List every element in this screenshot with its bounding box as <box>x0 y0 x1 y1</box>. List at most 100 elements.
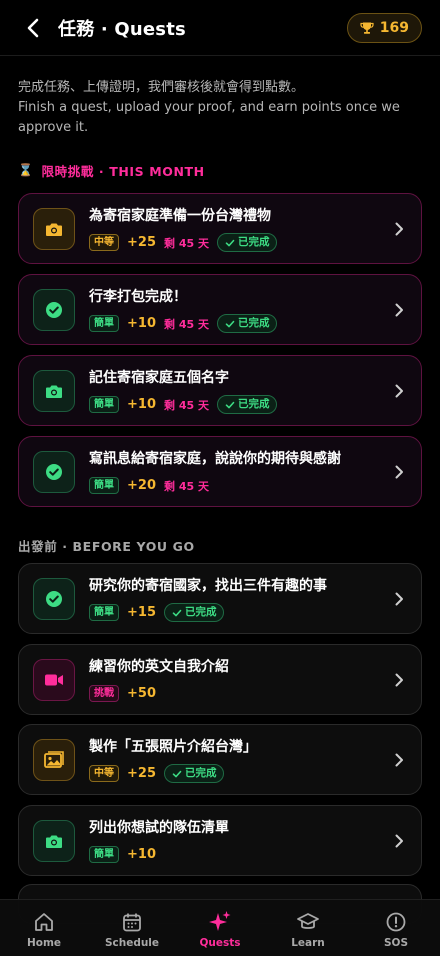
hourglass-icon: ⌛ <box>18 163 34 177</box>
check-icon <box>225 239 235 246</box>
check-icon <box>172 770 182 777</box>
completed-label: 已完成 <box>184 606 217 618</box>
bottom-tab-bar: Home Schedule Quests Learn SOS <box>0 899 440 956</box>
quest-points: +20 <box>127 478 156 493</box>
quest-card[interactable]: 練習你的英文自我介紹 挑戰 +50 <box>18 644 422 715</box>
quest-card-body: 寫訊息給寄宿家庭，說說你的期待與感謝 簡單 +20 剩 45 天 <box>89 448 385 495</box>
quest-meta: 中等 +25 已完成 <box>89 764 385 783</box>
quest-card[interactable]: 行李打包完成！ 簡單 +10 剩 45 天 已完成 <box>18 274 422 345</box>
difficulty-tag: 簡單 <box>89 315 119 332</box>
difficulty-tag: 簡單 <box>89 846 119 863</box>
tab-home[interactable]: Home <box>0 900 88 956</box>
intro-zh: 完成任務、上傳證明，我們審核後就會得到點數。 <box>18 80 305 95</box>
tab-schedule[interactable]: Schedule <box>88 900 176 956</box>
check-icon <box>225 401 235 408</box>
quest-card-body: 製作「五張照片介紹台灣」中等 +25 已完成 <box>89 736 385 783</box>
completed-label: 已完成 <box>184 767 217 779</box>
tab-quests[interactable]: Quests <box>176 900 264 956</box>
quest-points: +25 <box>127 235 156 250</box>
completed-label: 已完成 <box>237 398 270 410</box>
quest-card[interactable]: 為寄宿家庭準備一份台灣禮物 中等 +25 剩 45 天 已完成 <box>18 193 422 264</box>
completed-badge: 已完成 <box>163 764 225 783</box>
quest-points: +10 <box>127 316 156 331</box>
chevron-right-icon <box>395 303 403 316</box>
tab-learn[interactable]: Learn <box>264 900 352 956</box>
intro-en: Finish a quest, upload your proof, and e… <box>18 100 400 135</box>
quest-points: +10 <box>127 397 156 412</box>
graduation-cap-icon <box>296 910 320 934</box>
check-circle-icon <box>33 450 75 493</box>
quest-card[interactable]: 製作「五張照片介紹台灣」中等 +25 已完成 <box>18 724 422 795</box>
quest-points: +10 <box>127 847 156 862</box>
completed-badge: 已完成 <box>216 233 278 252</box>
quest-card-body: 行李打包完成！ 簡單 +10 剩 45 天 已完成 <box>89 286 385 333</box>
difficulty-tag: 挑戰 <box>89 685 119 702</box>
intro-text: 完成任務、上傳證明，我們審核後就會得到點數。 Finish a quest, u… <box>0 56 440 138</box>
days-left: 剩 45 天 <box>163 398 209 412</box>
difficulty-tag: 中等 <box>89 765 119 782</box>
chevron-right-icon <box>395 465 403 478</box>
quest-title: 練習你的英文自我介紹 <box>89 659 229 675</box>
days-left: 剩 45 天 <box>163 236 209 250</box>
check-circle-icon <box>33 577 75 620</box>
chevron-right-icon <box>395 592 403 605</box>
quest-meta: 簡單 +15 已完成 <box>89 603 385 622</box>
section-label: 限時挑戰 · THIS MONTH <box>41 163 205 179</box>
quest-card[interactable]: 記住寄宿家庭五個名字 簡單 +10 剩 45 天 已完成 <box>18 355 422 426</box>
quest-card-body: 練習你的英文自我介紹 挑戰 +50 <box>89 656 385 703</box>
quest-meta: 挑戰 +50 <box>89 684 385 703</box>
quest-points: +50 <box>127 686 156 701</box>
quest-meta: 簡單 +10 剩 45 天 已完成 <box>89 395 385 414</box>
image-icon <box>33 738 75 781</box>
difficulty-tag: 中等 <box>89 234 119 251</box>
camera-icon <box>33 369 75 412</box>
chevron-right-icon <box>395 753 403 766</box>
tab-label: Schedule <box>104 937 160 949</box>
quest-title: 記住寄宿家庭五個名字 <box>89 370 229 386</box>
camera-icon <box>33 819 75 862</box>
camera-icon <box>33 207 75 250</box>
quest-title: 研究你的寄宿國家，找出三件有趣的事 <box>89 578 327 594</box>
quest-card[interactable]: 研究你的寄宿國家，找出三件有趣的事 簡單 +15 已完成 <box>18 563 422 634</box>
quest-card-body: 列出你想試的隊伍清單 簡單 +10 <box>89 817 385 864</box>
tab-sos[interactable]: SOS <box>352 900 440 956</box>
tab-label: Learn <box>291 937 325 949</box>
quest-points: +15 <box>127 605 156 620</box>
quest-card[interactable]: 列出你想試的隊伍清單 簡單 +10 <box>18 805 422 876</box>
alert-circle-icon <box>384 910 408 934</box>
difficulty-tag: 簡單 <box>89 477 119 494</box>
sparkles-icon <box>208 910 232 934</box>
quest-meta: 簡單 +20 剩 45 天 <box>89 476 385 495</box>
chevron-right-icon <box>395 384 403 397</box>
chevron-left-icon <box>27 18 39 37</box>
quest-meta: 簡單 +10 剩 45 天 已完成 <box>89 314 385 333</box>
calendar-icon <box>120 910 144 934</box>
tab-label: Home <box>26 937 62 949</box>
completed-badge: 已完成 <box>216 395 278 414</box>
back-button[interactable] <box>22 17 44 39</box>
check-icon <box>172 609 182 616</box>
completed-label: 已完成 <box>237 236 270 248</box>
days-left: 剩 45 天 <box>163 317 209 331</box>
quest-title: 列出你想試的隊伍清單 <box>89 820 229 836</box>
quest-card-body: 記住寄宿家庭五個名字 簡單 +10 剩 45 天 已完成 <box>89 367 385 414</box>
points-badge[interactable]: 169 <box>346 12 422 43</box>
quest-card[interactable]: 寫訊息給寄宿家庭，說說你的期待與感謝 簡單 +20 剩 45 天 <box>18 436 422 507</box>
quest-title: 行李打包完成！ <box>89 289 187 305</box>
quest-title: 製作「五張照片介紹台灣」 <box>89 739 257 755</box>
home-icon <box>32 910 56 934</box>
chevron-right-icon <box>395 834 403 847</box>
difficulty-tag: 簡單 <box>89 396 119 413</box>
tab-label: SOS <box>383 937 409 949</box>
check-circle-icon <box>33 288 75 331</box>
completed-label: 已完成 <box>237 317 270 329</box>
video-icon <box>33 658 75 701</box>
quest-card-body: 為寄宿家庭準備一份台灣禮物 中等 +25 剩 45 天 已完成 <box>89 205 385 252</box>
days-left: 剩 45 天 <box>163 479 209 493</box>
quest-title: 為寄宿家庭準備一份台灣禮物 <box>89 208 271 224</box>
top-bar: 任務 · Quests 169 <box>0 0 440 56</box>
chevron-right-icon <box>395 222 403 235</box>
quest-title: 寫訊息給寄宿家庭，說說你的期待與感謝 <box>89 451 341 467</box>
points-value: 169 <box>379 19 409 36</box>
quest-meta: 中等 +25 剩 45 天 已完成 <box>89 233 385 252</box>
